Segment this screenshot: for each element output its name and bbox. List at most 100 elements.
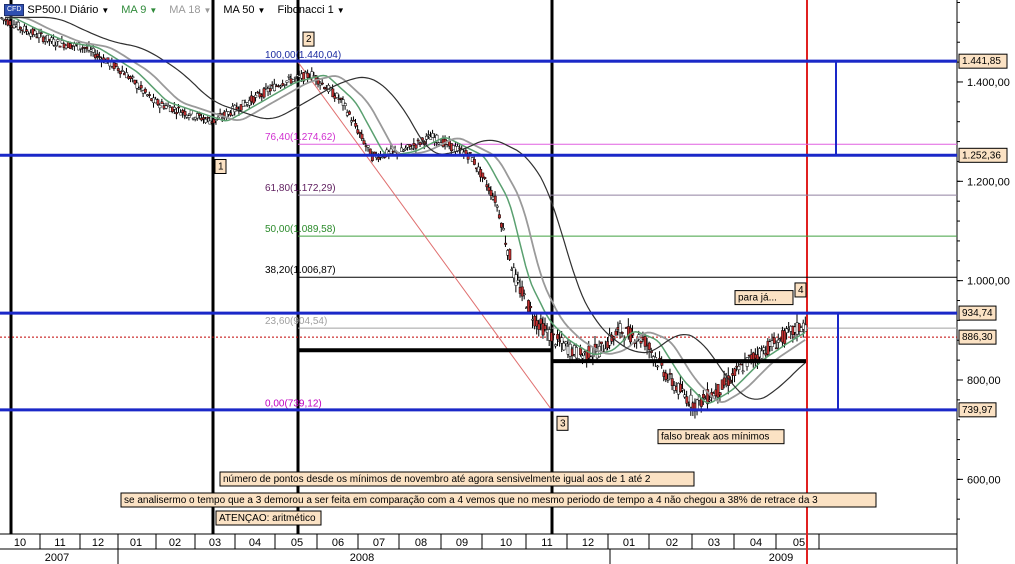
candle-body — [256, 91, 260, 94]
chevron-down-icon: ▼ — [149, 5, 158, 15]
candle-body — [527, 300, 531, 312]
candle-body — [96, 53, 99, 57]
symbol-selector[interactable]: CFD SP500.I Diário ▼ — [4, 4, 109, 16]
candle-body — [60, 40, 64, 44]
x-month-label: 05 — [291, 537, 303, 549]
candle-body — [774, 347, 778, 350]
candle-body — [481, 172, 485, 178]
candle-body — [733, 368, 737, 376]
x-month-label: 04 — [750, 537, 762, 549]
candle-body — [483, 177, 487, 179]
fib-level-label: 50,00(1.089,58) — [265, 224, 336, 235]
candle-body — [348, 111, 351, 115]
chevron-down-icon: ▼ — [336, 5, 345, 15]
pivot-label-2: 2 — [306, 34, 312, 45]
candle-body — [173, 106, 176, 110]
x-month-label: 07 — [373, 537, 385, 549]
chart-toolbar: CFD SP500.I Diário ▼ MA 9 ▼ MA 18 ▼ MA 5… — [0, 0, 345, 20]
candle-body — [220, 117, 224, 119]
candle-body — [664, 372, 668, 381]
x-month-label: 04 — [249, 537, 261, 549]
candle-body — [739, 363, 743, 366]
candle-body — [293, 77, 297, 79]
candle-body — [514, 274, 518, 286]
annotation-falso-break: falso break aos mínimos — [661, 432, 769, 443]
fib-level-label: 23,60(904,54) — [265, 316, 327, 327]
fib-level-label: 76,40(1.274,62) — [265, 132, 336, 143]
candle-body — [139, 85, 143, 89]
candle-body — [760, 350, 764, 359]
candle-body — [366, 145, 370, 148]
candle-body — [468, 152, 472, 154]
candle-body — [214, 119, 218, 121]
candle-body — [283, 84, 287, 86]
candle-body — [564, 341, 568, 344]
horizontal-level-price: 1.252,36 — [962, 150, 1001, 161]
candle-body — [187, 115, 191, 118]
candle-body — [772, 337, 776, 344]
chevron-down-icon: ▼ — [203, 5, 212, 15]
candle-body — [402, 149, 406, 152]
candle-body — [529, 306, 533, 309]
candle-body — [508, 249, 512, 260]
x-month-label: 01 — [623, 537, 635, 549]
y-tick-label: 1.000,00 — [967, 276, 1010, 288]
candle-body — [410, 148, 414, 150]
candle-body — [702, 394, 705, 399]
fib-level-label: 61,80(1.172,29) — [265, 183, 336, 194]
candle-body — [158, 104, 162, 109]
candle-body — [685, 396, 689, 404]
candle-body — [708, 399, 712, 402]
x-month-label: 02 — [666, 537, 678, 549]
fibonacci-selector[interactable]: Fibonacci 1 ▼ — [277, 4, 344, 16]
candle-body — [581, 355, 585, 359]
candle-body — [58, 45, 62, 48]
ma50-selector[interactable]: MA 50 ▼ — [223, 4, 265, 16]
ma50-label: MA 50 — [223, 4, 255, 16]
symbol-label: SP500.I Diário — [27, 4, 99, 16]
annotation-time-comparison: se analisermo o tempo que a 3 demorou a … — [124, 495, 818, 506]
x-month-label: 10 — [14, 537, 26, 549]
candle-body — [504, 242, 508, 245]
candle-body — [306, 72, 310, 78]
candle-body — [718, 392, 722, 396]
candle-body — [135, 82, 139, 89]
x-month-label: 05 — [793, 537, 805, 549]
candle-body — [495, 205, 499, 208]
candle-body — [91, 48, 95, 53]
pivot-label-3: 3 — [560, 418, 566, 429]
candle-body — [762, 347, 766, 351]
candle-body — [489, 189, 493, 196]
x-month-label: 03 — [708, 537, 720, 549]
candle-body — [695, 399, 699, 410]
candle-body — [647, 342, 651, 350]
candle-body — [599, 341, 603, 344]
candle-body — [464, 150, 468, 155]
price-chart[interactable]: 1.400,001.200,001.000,00800,00600,0010 11… — [0, 0, 1015, 564]
candle-body — [618, 323, 622, 333]
candle-body — [493, 195, 497, 203]
y-tick-label: 1.400,00 — [967, 77, 1010, 89]
candle-body — [148, 94, 151, 96]
annotation-para-ja: para já... — [738, 293, 777, 304]
candle-body — [414, 144, 418, 149]
candle-body — [472, 159, 476, 165]
candle-body — [156, 99, 160, 105]
candle-body — [620, 332, 624, 334]
chevron-down-icon: ▼ — [101, 5, 110, 15]
candle-body — [114, 63, 118, 67]
candle-body — [189, 110, 193, 115]
candle-body — [554, 344, 558, 347]
candle-body — [54, 45, 58, 47]
y-tick-label: 600,00 — [967, 474, 1001, 486]
candle-body — [273, 83, 276, 92]
candle-body — [304, 71, 308, 74]
x-month-label: 09 — [456, 537, 468, 549]
ma9-selector[interactable]: MA 9 ▼ — [121, 4, 157, 16]
candle-body — [666, 378, 670, 381]
candle-body — [262, 88, 266, 98]
x-month-label: 11 — [541, 537, 552, 549]
ma18-selector[interactable]: MA 18 ▼ — [169, 4, 211, 16]
candle-body — [116, 68, 120, 71]
candle-body — [502, 228, 506, 231]
